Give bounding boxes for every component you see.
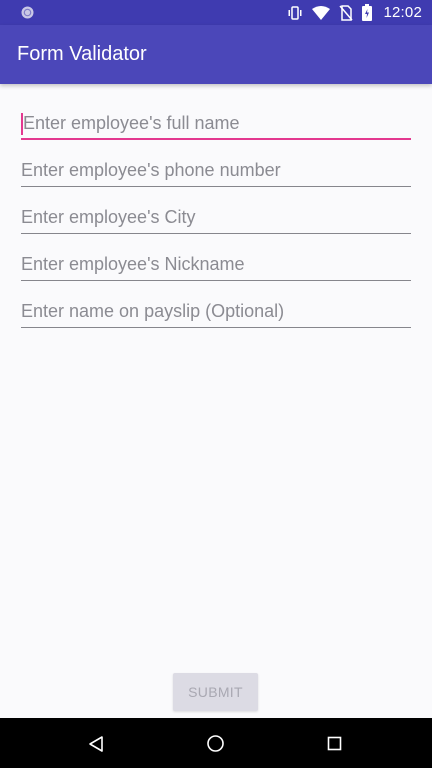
app-bar: Form Validator: [0, 25, 432, 84]
battery-icon: [362, 4, 373, 21]
phone-placeholder: Enter employee's phone number: [21, 160, 281, 180]
nickname-underline: [21, 280, 411, 281]
status-bar: 12:02: [0, 0, 432, 25]
city-underline: [21, 233, 411, 234]
submit-button[interactable]: SUBMIT: [173, 673, 258, 711]
no-sim-icon: [339, 4, 354, 21]
full-name-placeholder: Enter employee's full name: [23, 113, 240, 133]
phone-field[interactable]: Enter employee's phone number: [21, 155, 411, 187]
full-name-field[interactable]: Enter employee's full name: [21, 108, 411, 140]
city-field[interactable]: Enter employee's City: [21, 202, 411, 234]
screen: 12:02 Form Validator Enter employee's fu…: [0, 0, 432, 768]
nickname-placeholder: Enter employee's Nickname: [21, 254, 245, 274]
payslip-name-placeholder: Enter name on payslip (Optional): [21, 301, 285, 321]
app-title: Form Validator: [17, 43, 147, 65]
vibrate-icon: [288, 5, 302, 20]
city-placeholder: Enter employee's City: [21, 207, 196, 227]
home-icon[interactable]: [206, 734, 225, 753]
app-notification-icon: [21, 6, 34, 19]
wifi-icon: [312, 5, 331, 20]
payslip-name-field[interactable]: Enter name on payslip (Optional): [21, 296, 411, 328]
recents-icon[interactable]: [327, 736, 342, 751]
back-icon[interactable]: [88, 735, 104, 753]
full-name-underline: [21, 138, 411, 140]
status-time: 12:02: [383, 4, 422, 21]
nav-bar: [0, 718, 432, 768]
phone-underline: [21, 186, 411, 187]
status-icons: 12:02: [287, 0, 422, 25]
payslip-name-underline: [21, 327, 411, 328]
nickname-field[interactable]: Enter employee's Nickname: [21, 249, 411, 281]
submit-label: SUBMIT: [188, 684, 243, 700]
